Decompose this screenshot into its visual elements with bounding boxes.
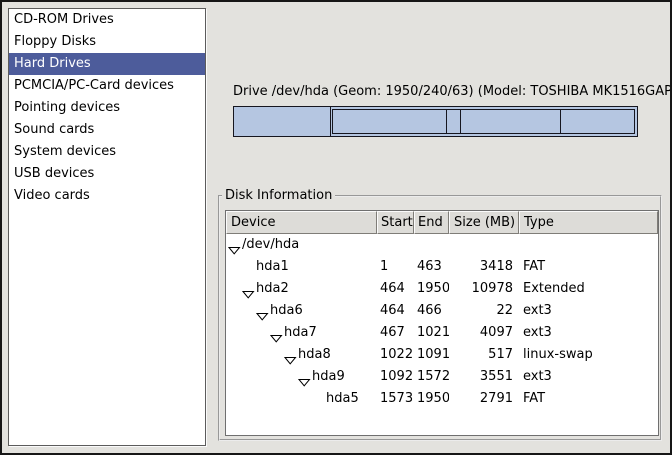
- column-header-size-mb[interactable]: Size (MB): [449, 211, 519, 234]
- sidebar-item-usb-devices[interactable]: USB devices: [9, 163, 205, 185]
- sidebar-item-cd-rom-drives[interactable]: CD-ROM Drives: [9, 9, 205, 31]
- cell-end: 463: [414, 256, 449, 278]
- device-label: hda1: [256, 256, 289, 278]
- expander-open-icon[interactable]: [298, 373, 311, 382]
- cell-size: 517: [449, 344, 519, 366]
- expander-open-icon[interactable]: [256, 307, 269, 316]
- table-row-hda6[interactable]: hda6 46446622ext3: [226, 300, 658, 322]
- cell-type: linux-swap: [519, 344, 658, 366]
- device-label: hda2: [256, 278, 289, 300]
- device-category-list[interactable]: CD-ROM DrivesFloppy DisksHard DrivesPCMC…: [8, 8, 206, 446]
- cell-end: 1572: [414, 366, 449, 388]
- table-row-hda2[interactable]: hda2 464195010978Extended: [226, 278, 658, 300]
- column-header-device[interactable]: Device: [226, 211, 377, 234]
- logical-partition-boundary-1: [460, 110, 461, 133]
- cell-size: [449, 234, 519, 256]
- cell-end: 1021: [414, 322, 449, 344]
- disk-table-header: DeviceStartEndSize (MB)Type: [226, 211, 658, 234]
- cell-end: 466: [414, 300, 449, 322]
- sidebar-item-hard-drives[interactable]: Hard Drives: [9, 53, 205, 75]
- cell-end: [414, 234, 449, 256]
- table-row-hda5[interactable]: hda5 157319502791FAT: [226, 388, 658, 410]
- cell-type: ext3: [519, 322, 658, 344]
- table-row-hda9[interactable]: hda9 109215723551ext3: [226, 366, 658, 388]
- device-label: hda7: [284, 322, 317, 344]
- extended-partition-box: [332, 109, 635, 134]
- cell-type: FAT: [519, 256, 658, 278]
- cell-size: 4097: [449, 322, 519, 344]
- cell-start: [377, 234, 414, 256]
- cell-start: 464: [377, 300, 414, 322]
- table-row-hda8[interactable]: hda8 10221091517linux-swap: [226, 344, 658, 366]
- cell-end: 1091: [414, 344, 449, 366]
- drive-geometry-title: Drive /dev/hda (Geom: 1950/240/63) (Mode…: [233, 84, 672, 99]
- expander-spacer: [312, 395, 325, 404]
- device-label: hda5: [326, 388, 359, 410]
- disk-information-groupbox: Disk Information DeviceStartEndSize (MB)…: [218, 195, 662, 441]
- cell-size: 10978: [449, 278, 519, 300]
- partition-boundary-hda1: [330, 107, 331, 136]
- hardware-browser-window: CD-ROM DrivesFloppy DisksHard DrivesPCMC…: [0, 0, 672, 455]
- cell-type: [519, 234, 658, 256]
- sidebar-item-pointing-devices[interactable]: Pointing devices: [9, 97, 205, 119]
- cell-start: 1: [377, 256, 414, 278]
- disk-table-body: /dev/hdahda114633418FAThda2464195010978E…: [226, 234, 658, 410]
- sidebar-item-video-cards[interactable]: Video cards: [9, 185, 205, 207]
- cell-end: 1950: [414, 278, 449, 300]
- device-label: hda6: [270, 300, 303, 322]
- cell-end: 1950: [414, 388, 449, 410]
- expander-open-icon[interactable]: [270, 329, 283, 338]
- column-header-end[interactable]: End: [414, 211, 449, 234]
- sidebar-item-sound-cards[interactable]: Sound cards: [9, 119, 205, 141]
- column-header-type[interactable]: Type: [519, 211, 658, 234]
- expander-open-icon[interactable]: [242, 285, 255, 294]
- cell-start: 1573: [377, 388, 414, 410]
- cell-size: 2791: [449, 388, 519, 410]
- cell-type: ext3: [519, 366, 658, 388]
- expander-open-icon[interactable]: [228, 241, 241, 250]
- device-label: hda8: [298, 344, 331, 366]
- disk-information-table[interactable]: DeviceStartEndSize (MB)Type /dev/hdahda1…: [225, 210, 659, 436]
- table-row-hda1[interactable]: hda1 14633418FAT: [226, 256, 658, 278]
- device-label: /dev/hda: [242, 234, 299, 256]
- cell-size: 22: [449, 300, 519, 322]
- cell-size: 3551: [449, 366, 519, 388]
- cell-type: ext3: [519, 300, 658, 322]
- sidebar-item-pcmcia-pc-card-devices[interactable]: PCMCIA/PC-Card devices: [9, 75, 205, 97]
- disk-information-label: Disk Information: [222, 188, 335, 203]
- cell-start: 464: [377, 278, 414, 300]
- cell-type: Extended: [519, 278, 658, 300]
- table-row-dev-hda[interactable]: /dev/hda: [226, 234, 658, 256]
- cell-type: FAT: [519, 388, 658, 410]
- sidebar-item-system-devices[interactable]: System devices: [9, 141, 205, 163]
- column-header-start[interactable]: Start: [377, 211, 414, 234]
- logical-partition-boundary-2: [560, 110, 561, 133]
- device-label: hda9: [312, 366, 345, 388]
- table-row-hda7[interactable]: hda7 46710214097ext3: [226, 322, 658, 344]
- cell-start: 1022: [377, 344, 414, 366]
- expander-open-icon[interactable]: [284, 351, 297, 360]
- expander-spacer: [242, 263, 255, 272]
- disk-partition-bar: [233, 106, 638, 137]
- cell-start: 467: [377, 322, 414, 344]
- sidebar-item-floppy-disks[interactable]: Floppy Disks: [9, 31, 205, 53]
- logical-partition-boundary-0: [446, 110, 447, 133]
- cell-start: 1092: [377, 366, 414, 388]
- cell-size: 3418: [449, 256, 519, 278]
